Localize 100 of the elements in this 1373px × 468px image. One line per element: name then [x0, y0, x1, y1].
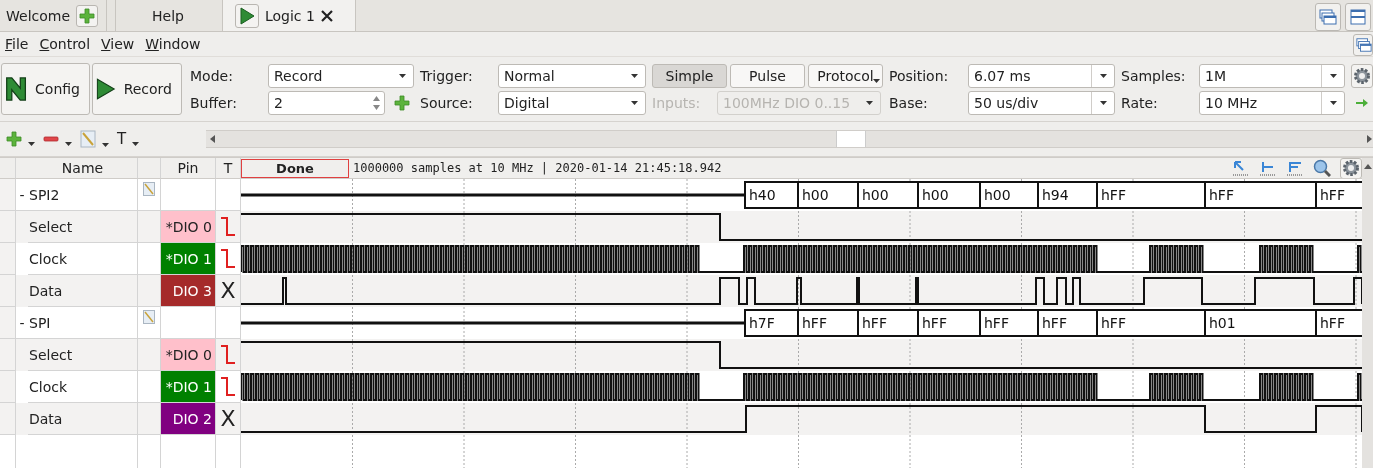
config-icon — [5, 74, 28, 104]
field-label: Mode: — [190, 67, 234, 84]
pin-label[interactable]: DIO 2 — [161, 403, 216, 435]
field-label: Inputs: — [652, 94, 702, 111]
bus-value: hFF — [802, 315, 827, 331]
bus-value: hFF — [1320, 187, 1345, 203]
bus-value: h01 — [1209, 315, 1236, 331]
add-button[interactable] — [6, 131, 35, 147]
falling-edge-icon — [219, 246, 237, 271]
caret-icon — [1099, 100, 1107, 105]
window-button[interactable] — [1353, 33, 1373, 56]
settings-button[interactable] — [1340, 158, 1362, 178]
tab[interactable]: Logic 1 — [222, 0, 356, 31]
bus-value: hFF — [1101, 315, 1126, 331]
field-label: Buffer: — [190, 94, 238, 111]
edit-button[interactable] — [80, 130, 109, 148]
split-window-icon — [1350, 9, 1366, 25]
channel-name: Data — [28, 275, 138, 307]
caret-icon — [132, 142, 140, 146]
field-label: Samples: — [1121, 67, 1187, 84]
markers-icon[interactable] — [1286, 159, 1304, 177]
trigger-type-button[interactable]: Simple — [652, 63, 727, 88]
combo-field[interactable]: 50 us/div — [968, 90, 1115, 115]
plus-icon — [6, 131, 22, 147]
add-tab-button[interactable] — [76, 4, 99, 27]
edit-icon[interactable] — [143, 182, 155, 196]
bus-value: h00 — [802, 187, 829, 203]
channel-name: Select — [28, 339, 138, 371]
caret-icon — [102, 143, 109, 147]
caret-icon — [398, 73, 406, 78]
column-header[interactable]: Name — [28, 158, 138, 179]
caret-icon — [865, 100, 873, 105]
edit-icon[interactable] — [143, 310, 155, 324]
menu-item[interactable]: Control — [39, 36, 91, 52]
caret-icon — [630, 100, 638, 105]
menu-item[interactable]: Window — [145, 36, 201, 52]
bus-value: hFF — [984, 315, 1009, 331]
field-label: Position: — [889, 67, 950, 84]
menu-item[interactable]: File — [5, 36, 29, 52]
dropdown[interactable]: Record — [268, 63, 414, 88]
config-button[interactable]: Config — [1, 63, 90, 115]
row-header — [0, 339, 16, 371]
dropdown[interactable]: Normal — [498, 63, 646, 88]
text-button[interactable]: T — [117, 131, 140, 147]
bus-value: h00 — [862, 187, 889, 203]
field-label: Source: — [420, 94, 474, 111]
bus-value: hFF — [1320, 315, 1345, 331]
combo-field[interactable]: 1M — [1199, 63, 1345, 88]
windows-icon — [1356, 36, 1372, 53]
falling-edge-icon — [219, 214, 237, 239]
bus-value: hFF — [1101, 187, 1126, 203]
menu-item[interactable]: View — [101, 36, 135, 52]
caret-icon — [1329, 73, 1337, 78]
pin-label[interactable]: *DIO 1 — [161, 371, 216, 403]
windows-icon — [1319, 9, 1337, 25]
combo-field[interactable]: 6.07 ms — [968, 63, 1115, 88]
add-button[interactable] — [394, 94, 410, 111]
up-arrow-icon — [1363, 164, 1372, 169]
caret-icon — [28, 142, 35, 146]
record-button[interactable]: Record — [92, 63, 182, 115]
row-header — [0, 275, 16, 307]
combo-field[interactable]: 10 MHz — [1199, 90, 1345, 115]
table-cell — [16, 403, 28, 435]
run-button[interactable] — [234, 3, 259, 28]
bus-value: h7F — [749, 315, 775, 331]
pin-label[interactable]: *DIO 1 — [161, 243, 216, 275]
trigger-type-button[interactable]: Pulse — [730, 63, 805, 88]
zoom-icon[interactable] — [1313, 159, 1331, 177]
bus-value: h00 — [922, 187, 949, 203]
plus-icon — [394, 94, 410, 111]
scrollbar[interactable] — [206, 130, 1373, 148]
bus-value: hFF — [862, 315, 887, 331]
cursor-icon[interactable] — [1232, 159, 1250, 177]
pin-label[interactable]: *DIO 0 — [161, 211, 216, 243]
falling-edge-icon — [219, 374, 237, 399]
row-header — [0, 211, 16, 243]
spin-field[interactable]: 2 — [268, 90, 385, 115]
window-button[interactable] — [1315, 3, 1341, 31]
scrollbar[interactable] — [1362, 158, 1373, 468]
settings-button[interactable] — [1351, 63, 1373, 88]
settings-icon — [1353, 66, 1371, 85]
play-icon — [238, 6, 255, 25]
arrow-icon — [1355, 97, 1369, 108]
left-arrow-icon — [210, 135, 216, 143]
field-label: Rate: — [1121, 94, 1159, 111]
window-button[interactable] — [1345, 3, 1371, 31]
pin-label[interactable]: DIO 3 — [161, 275, 216, 307]
bus-value: hFF — [1209, 187, 1234, 203]
caret-icon — [1329, 100, 1337, 105]
trigger-type-button[interactable]: Protocol — [808, 63, 883, 88]
column-header[interactable]: Pin — [161, 158, 216, 179]
field-label: Base: — [889, 94, 929, 111]
marker-icon[interactable] — [1259, 159, 1277, 177]
tab[interactable]: Help — [115, 0, 223, 31]
status-label: Done — [241, 158, 349, 178]
pin-label[interactable]: *DIO 0 — [161, 339, 216, 371]
dropdown[interactable]: Digital — [498, 90, 646, 115]
scroll-thumb[interactable] — [836, 131, 867, 147]
table-cell — [16, 211, 28, 243]
caret-icon — [1099, 73, 1107, 78]
